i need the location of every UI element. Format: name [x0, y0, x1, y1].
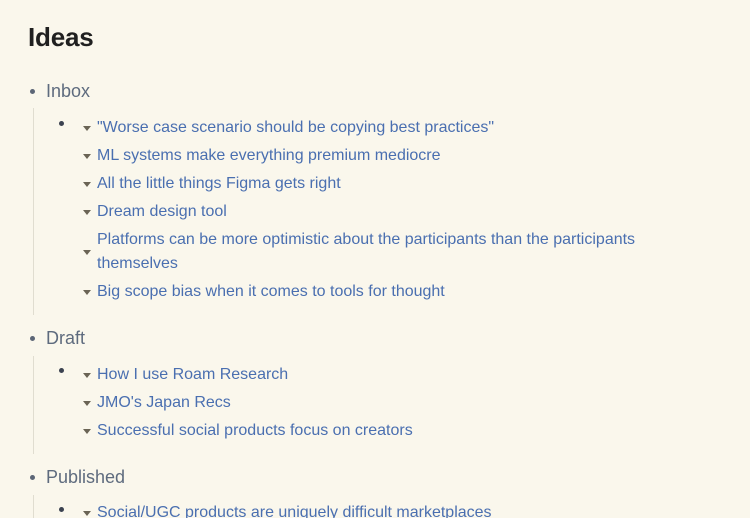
page-link[interactable]: Social/UGC products are uniquely difficu…: [97, 501, 492, 518]
page-link-item[interactable]: Successful social products focus on crea…: [83, 419, 413, 443]
page-link[interactable]: ML systems make everything premium medio…: [97, 144, 441, 168]
section-label: Inbox: [46, 80, 91, 101]
page-link[interactable]: Platforms can be more optimistic about t…: [97, 228, 697, 276]
page-link[interactable]: How I use Roam Research: [97, 363, 288, 387]
page-link-item[interactable]: Dream design tool: [83, 200, 227, 224]
page-link-item[interactable]: All the little things Figma gets right: [83, 172, 341, 196]
bullet-icon[interactable]: [59, 121, 64, 126]
page: Ideas Inbox "Worse case scenario should …: [0, 0, 750, 518]
page-link-item[interactable]: JMO's Japan Recs: [83, 391, 231, 415]
caret-down-icon[interactable]: [83, 153, 91, 159]
bullet-icon[interactable]: [59, 368, 64, 373]
caret-down-icon[interactable]: [83, 510, 91, 516]
page-link[interactable]: All the little things Figma gets right: [97, 172, 341, 196]
indent-guide-line: [33, 495, 34, 518]
caret-down-icon[interactable]: [83, 372, 91, 378]
section-published[interactable]: Published: [30, 465, 125, 489]
caret-down-icon[interactable]: [83, 209, 91, 215]
section-label: Draft: [46, 327, 86, 348]
caret-down-icon[interactable]: [83, 400, 91, 406]
section-label: Published: [46, 466, 126, 487]
page-link[interactable]: JMO's Japan Recs: [97, 391, 231, 415]
section-inbox[interactable]: Inbox: [30, 79, 90, 103]
page-link[interactable]: Big scope bias when it comes to tools fo…: [97, 280, 445, 304]
bullet-icon[interactable]: [59, 507, 64, 512]
bullet-icon[interactable]: [30, 474, 35, 480]
indent-guide-line: [33, 356, 34, 454]
caret-down-icon[interactable]: [83, 181, 91, 187]
page-link-item[interactable]: Social/UGC products are uniquely difficu…: [83, 501, 492, 518]
bullet-icon[interactable]: [30, 335, 35, 341]
page-link-item[interactable]: How I use Roam Research: [83, 363, 288, 387]
page-title: Ideas: [28, 22, 94, 52]
caret-down-icon[interactable]: [83, 249, 91, 255]
indent-guide-line: [33, 108, 34, 315]
page-link-item[interactable]: ML systems make everything premium medio…: [83, 144, 441, 168]
caret-down-icon[interactable]: [83, 125, 91, 131]
section-draft[interactable]: Draft: [30, 326, 85, 350]
page-link-item[interactable]: "Worse case scenario should be copying b…: [83, 116, 494, 140]
page-link[interactable]: "Worse case scenario should be copying b…: [97, 116, 494, 140]
page-link-item[interactable]: Platforms can be more optimistic about t…: [83, 228, 697, 276]
bullet-icon[interactable]: [30, 88, 35, 94]
page-link[interactable]: Dream design tool: [97, 200, 227, 224]
page-link-item[interactable]: Big scope bias when it comes to tools fo…: [83, 280, 445, 304]
page-link[interactable]: Successful social products focus on crea…: [97, 419, 413, 443]
caret-down-icon[interactable]: [83, 289, 91, 295]
caret-down-icon[interactable]: [83, 428, 91, 434]
